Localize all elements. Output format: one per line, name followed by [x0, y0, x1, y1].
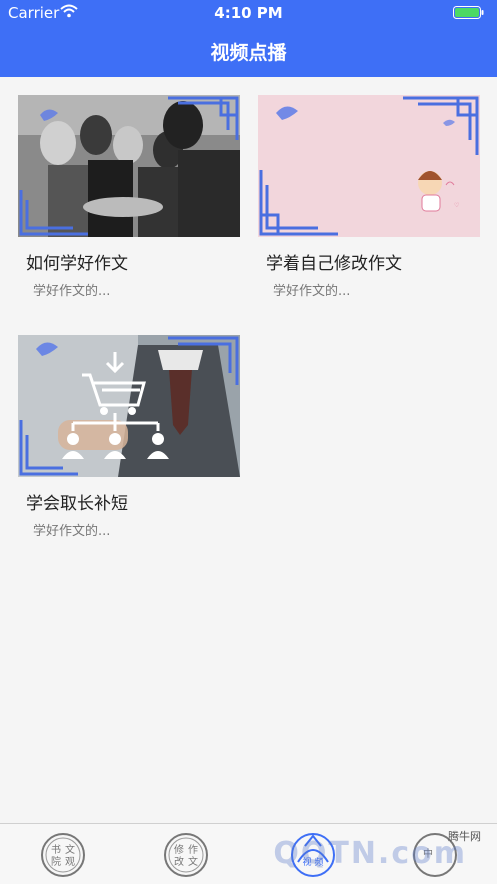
seal-char: 院 [51, 855, 61, 868]
video-thumbnail[interactable] [18, 335, 240, 477]
video-thumbnail[interactable] [18, 95, 240, 237]
tab-xiugaizuowen[interactable]: 修 作 改 文 [163, 832, 209, 878]
video-title: 如何学好作文 [26, 254, 128, 274]
header-bar: Carrier 4:10 PM 视频点播 [0, 0, 497, 77]
tab-bar: 书 文 院 观 修 作 改 文 视 频 中 QQTN.com 腾牛网 [0, 823, 497, 884]
seal-char: 文 [65, 843, 75, 856]
calligraphy-seal-icon: 修 作 改 文 [164, 833, 208, 877]
video-description: 学好作文的... [273, 284, 351, 299]
calligraphy-seal-icon: 书 文 院 观 [41, 833, 85, 877]
watermark-small: 腾牛网 [448, 830, 481, 843]
seal-char: 观 [65, 856, 75, 868]
seal-char: 改 [174, 855, 184, 868]
video-thumbnail[interactable]: ♡ [258, 95, 480, 237]
video-title: 学会取长补短 [26, 494, 128, 514]
video-description: 学好作文的... [33, 284, 111, 299]
video-card[interactable]: 如何学好作文 学好作文的... [18, 95, 240, 299]
watermark-large: QQTN.com [273, 836, 467, 871]
decorative-pink-image: ♡ [258, 95, 480, 237]
clock-time: 4:10 PM [214, 4, 283, 22]
battery-icon [453, 6, 484, 19]
seal-char: 文 [188, 855, 198, 868]
video-card[interactable]: ♡ 学着自己修改作文 学好作文的... [258, 95, 480, 299]
video-description: 学好作文的... [33, 524, 111, 539]
page-title: 视频点播 [210, 42, 287, 64]
seal-char: 书 [51, 844, 61, 856]
seal-char: 修 [174, 843, 184, 856]
seal-char: 作 [188, 844, 198, 856]
business-network-image [18, 335, 240, 477]
tab-shuwenyuanguan[interactable]: 书 文 院 观 [40, 832, 86, 878]
teamwork-image [18, 95, 240, 237]
video-card[interactable]: 学会取长补短 学好作文的... [18, 335, 240, 539]
status-bar: Carrier 4:10 PM [0, 0, 497, 26]
video-title: 学着自己修改作文 [266, 254, 402, 274]
svg-text:♡: ♡ [454, 202, 459, 209]
